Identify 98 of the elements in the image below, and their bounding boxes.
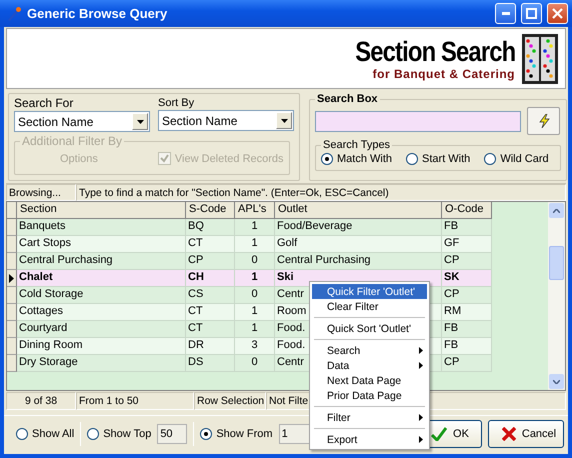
table-cell: Central Purchasing [275,253,442,270]
additional-filter-label: Additional Filter By [21,134,124,148]
submenu-arrow-icon [419,414,423,421]
table-cell: GF [442,236,492,253]
menu-item[interactable]: Data [312,358,427,373]
table-cell: 3 [235,338,275,355]
table-cell: Banquets [17,219,186,236]
table-cell: CT [186,304,235,321]
column-header[interactable]: S-Code [186,202,235,219]
table-cell: Central Purchasing [17,253,186,270]
count-field[interactable]: 50 [157,424,188,444]
column-header[interactable]: APL's [235,202,275,219]
table-cell: 1 [235,270,275,287]
status-text: From 1 to 50 [76,392,194,410]
search-type-radio[interactable]: Start With [406,153,470,165]
table-cell: Cart Stops [17,236,186,253]
table-cell: Chalet [17,270,186,287]
table-cell: DS [186,355,235,372]
abacus-icon [521,32,559,84]
search-type-radio[interactable]: Match With [321,153,392,165]
caret-icon [136,120,144,124]
table-cell: Cottages [17,304,186,321]
column-header[interactable]: O-Code [442,202,492,219]
table-cell: FB [442,338,492,355]
table-cell: CT [186,236,235,253]
table-cell: DR [186,338,235,355]
status-text: Row Selection [194,392,266,410]
window-title: Generic Browse Query [27,6,168,21]
table-cell: Food/Beverage [275,219,442,236]
browse-hint: Type to find a match for "Section Name". (Enter=Ok, ESC=Cancel) [76,184,566,201]
table-cell: CS [186,287,235,304]
close-button[interactable] [547,3,568,24]
table-cell: 1 [235,236,275,253]
close-icon [552,8,563,19]
search-box-label: Search Box [316,93,379,105]
menu-item[interactable]: Quick Sort 'Outlet' [312,321,427,336]
table-cell: CT [186,321,235,338]
checkmark-icon [431,427,448,441]
table-cell: FB [442,321,492,338]
scroll-down-button[interactable] [549,374,564,389]
show-option-radio[interactable]: Show All [16,428,74,440]
caret-icon [280,118,288,122]
view-deleted-label: View Deleted Records [174,152,284,164]
menu-item[interactable]: Search [312,343,427,358]
table-cell: Dining Room [17,338,186,355]
sort-by-label: Sort By [158,97,196,109]
table-cell: 1 [235,219,275,236]
search-for-label: Search For [14,96,74,110]
table-cell: Dry Storage [17,355,186,372]
table-cell: CP [186,253,235,270]
minimize-button[interactable] [495,3,516,24]
search-for-dropdown[interactable]: Section Name [14,111,150,132]
row-pointer-icon [9,274,14,282]
table-cell: SK [442,270,492,287]
app-icon [6,6,22,22]
table-cell: CP [442,253,492,270]
show-option-radio[interactable]: Show Top [87,428,152,440]
menu-item[interactable]: Next Data Page [312,373,427,388]
cancel-button[interactable]: Cancel [488,420,564,448]
banner-title: Section Search [354,36,515,66]
table-cell: Golf [275,236,442,253]
table-cell: 1 [235,321,275,338]
maximize-icon [526,8,537,19]
banner-subtitle: for Banquet & Catering [372,66,515,80]
status-text: 9 of 38 [6,392,76,410]
table-cell: CP [442,355,492,372]
table-cell: 1 [235,304,275,321]
search-button[interactable] [527,107,560,135]
submenu-arrow-icon [419,362,423,369]
table-cell: Cold Storage [17,287,186,304]
scrollbar[interactable] [548,202,565,390]
table-cell: RM [442,304,492,321]
cross-icon [502,427,516,441]
search-field[interactable] [315,110,521,132]
table-cell: 0 [235,355,275,372]
table-cell: CP [442,287,492,304]
table-cell: 0 [235,287,275,304]
scrollbar-thumb[interactable] [549,246,564,280]
table-cell: CH [186,270,235,287]
submenu-arrow-icon [419,436,423,443]
lightning-icon [538,114,550,128]
submenu-arrow-icon [419,347,423,354]
table-cell: FB [442,219,492,236]
menu-item[interactable]: Quick Filter 'Outlet' [312,284,427,299]
column-header[interactable]: Section [17,202,186,219]
maximize-button[interactable] [521,3,542,24]
search-types-label: Search Types [322,139,392,151]
table-cell: 0 [235,253,275,270]
browse-status: Browsing... [6,184,76,201]
minimize-icon [502,12,510,15]
sort-by-dropdown[interactable]: Section Name [158,110,294,131]
table-cell: Courtyard [17,321,186,338]
column-header[interactable]: Outlet [275,202,442,219]
search-type-radio[interactable]: Wild Card [484,153,549,165]
table-cell: BQ [186,219,235,236]
scroll-up-button[interactable] [549,203,564,218]
show-option-radio[interactable]: Show From [200,428,273,440]
row-selector[interactable] [7,270,17,287]
